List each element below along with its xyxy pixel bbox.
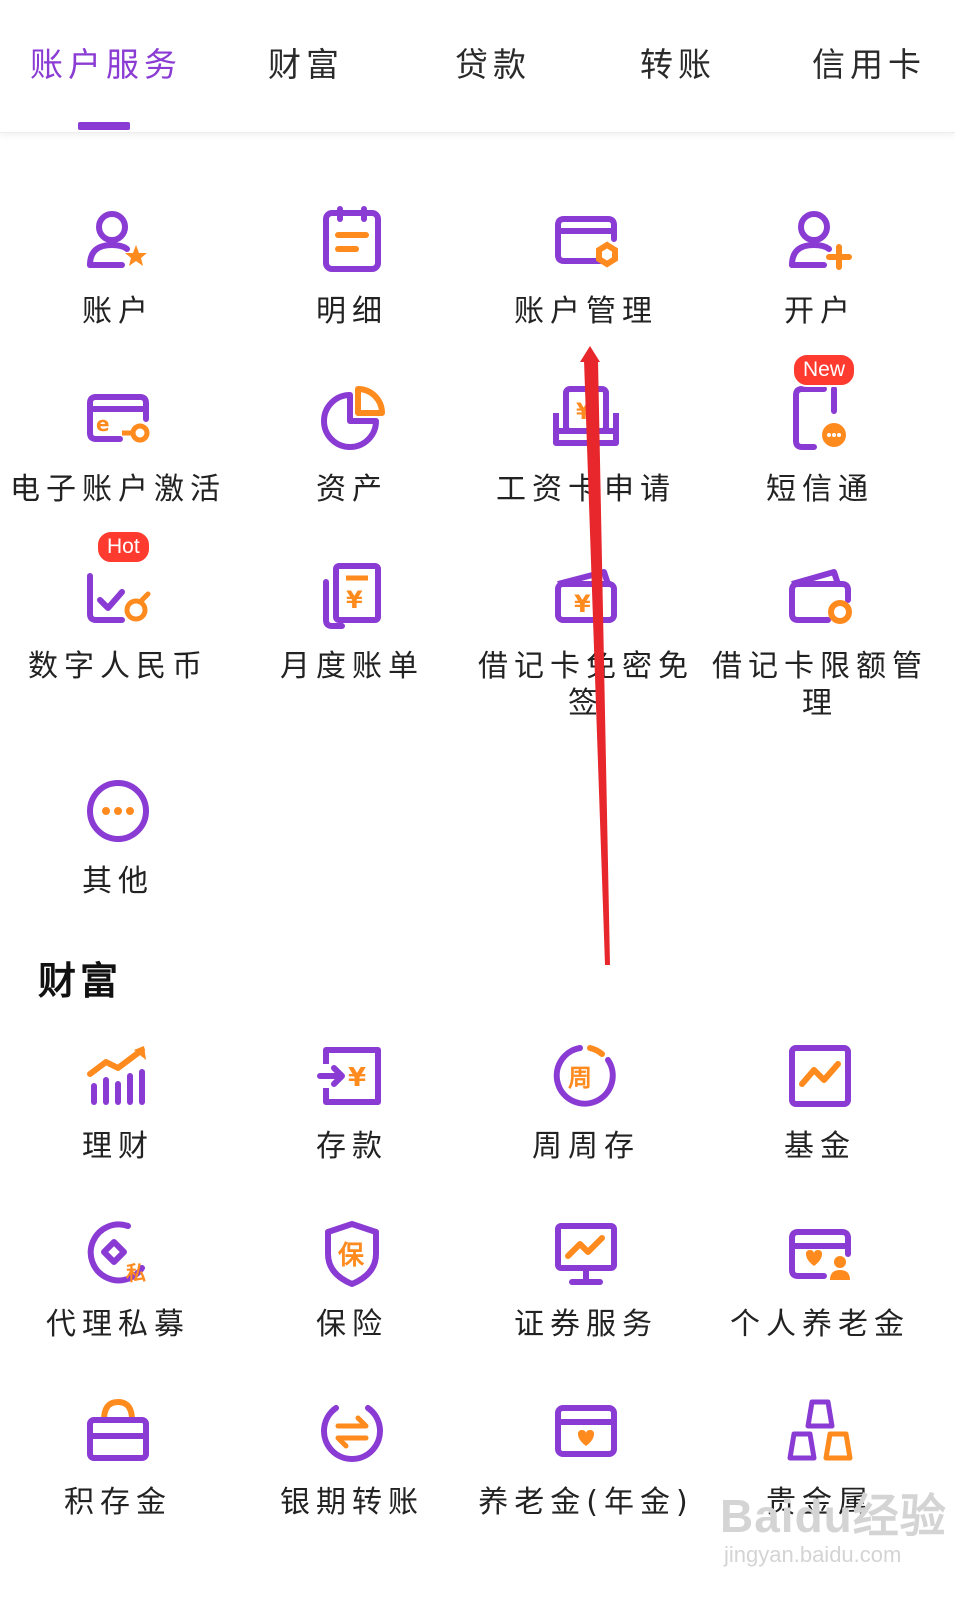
wealth-label: 积存金 bbox=[64, 1485, 172, 1520]
wealth-label: 保险 bbox=[316, 1307, 388, 1342]
service-debit-card-limit[interactable]: 借记卡限额管理 bbox=[702, 560, 938, 722]
service-assets[interactable]: 资产 bbox=[234, 383, 470, 508]
tab-account-services[interactable]: 账户服务 bbox=[30, 40, 182, 90]
watermark-sub-text: jingyan.baidu.com bbox=[724, 1542, 902, 1567]
watermark-main-text: Baidu经验 bbox=[720, 1490, 947, 1542]
service-label: 资产 bbox=[316, 472, 388, 507]
wealth-deposit[interactable]: ¥ 存款 bbox=[234, 1040, 470, 1165]
service-label: 其他 bbox=[82, 864, 154, 899]
service-label: 借记卡限额管理 bbox=[712, 649, 928, 721]
private-fund-icon: 私 bbox=[82, 1218, 154, 1290]
wealth-insurance[interactable]: 保 保险 bbox=[234, 1218, 470, 1343]
service-details[interactable]: 明细 bbox=[234, 205, 470, 330]
digital-rmb-icon: Hot bbox=[82, 530, 154, 632]
service-account[interactable]: 账户 bbox=[0, 205, 236, 330]
section-title-wealth: 财富 bbox=[38, 959, 123, 1003]
hot-badge: Hot bbox=[96, 530, 151, 564]
bar-growth-icon bbox=[82, 1040, 154, 1112]
svg-text:周: 周 bbox=[568, 1064, 592, 1092]
card-gear-icon bbox=[550, 205, 622, 277]
service-e-account-activation[interactable]: e 电子账户激活 bbox=[0, 383, 236, 508]
wealth-financing[interactable]: 理财 bbox=[0, 1040, 236, 1165]
service-label: 开户 bbox=[784, 294, 856, 329]
new-badge: New bbox=[792, 353, 857, 387]
service-monthly-bill[interactable]: ¥ 月度账单 bbox=[234, 560, 470, 685]
tab-wealth[interactable]: 财富 bbox=[268, 40, 344, 90]
service-salary-card[interactable]: ¥ 工资卡申请 bbox=[468, 383, 704, 508]
wealth-bank-futures-transfer[interactable]: 银期转账 bbox=[234, 1396, 470, 1521]
e-card-key-icon: e bbox=[82, 383, 154, 455]
service-label: 明细 bbox=[316, 294, 388, 329]
service-label: 数字人民币 bbox=[28, 649, 208, 684]
svg-text:¥: ¥ bbox=[574, 590, 591, 618]
bill-icon: ¥ bbox=[316, 560, 388, 632]
wealth-label: 周周存 bbox=[532, 1129, 640, 1164]
svg-text:¥: ¥ bbox=[348, 1063, 366, 1093]
svg-text:私: 私 bbox=[126, 1261, 146, 1285]
wealth-weekly-deposit[interactable]: 周 周周存 bbox=[468, 1040, 704, 1165]
notepad-icon bbox=[316, 205, 388, 277]
wealth-personal-pension[interactable]: 个人养老金 bbox=[702, 1218, 938, 1343]
tab-loans[interactable]: 贷款 bbox=[455, 40, 531, 90]
wealth-label: 证券服务 bbox=[514, 1307, 658, 1342]
wealth-annuity[interactable]: 养老金(年金) bbox=[468, 1396, 704, 1521]
user-star-icon bbox=[82, 205, 154, 277]
service-label: 账户管理 bbox=[514, 294, 658, 329]
gold-bag-icon bbox=[82, 1396, 154, 1468]
service-account-management[interactable]: 账户管理 bbox=[468, 205, 704, 330]
service-sms-notify[interactable]: New 短信通 bbox=[702, 353, 938, 508]
service-label: 短信通 bbox=[766, 472, 874, 507]
tab-credit-card[interactable]: 信用卡 bbox=[812, 40, 926, 90]
card-wallet-icon: ¥ bbox=[550, 560, 622, 632]
wealth-label: 存款 bbox=[316, 1129, 388, 1164]
wealth-gold-accumulation[interactable]: 积存金 bbox=[0, 1396, 236, 1521]
active-tab-indicator bbox=[78, 122, 130, 130]
weekly-deposit-icon: 周 bbox=[550, 1040, 622, 1112]
top-tab-bar: 账户服务 财富 贷款 转账 信用卡 bbox=[0, 0, 955, 133]
card-limit-icon bbox=[784, 560, 856, 632]
wealth-label: 基金 bbox=[784, 1129, 856, 1164]
wealth-private-fund[interactable]: 私 代理私募 bbox=[0, 1218, 236, 1343]
more-icon bbox=[82, 775, 154, 847]
wealth-fund[interactable]: 基金 bbox=[702, 1040, 938, 1165]
service-open-account[interactable]: 开户 bbox=[702, 205, 938, 330]
salary-card-icon: ¥ bbox=[550, 383, 622, 455]
wealth-label: 个人养老金 bbox=[730, 1307, 910, 1342]
insurance-shield-icon: 保 bbox=[316, 1218, 388, 1290]
wealth-label: 代理私募 bbox=[46, 1307, 190, 1342]
exchange-icon bbox=[316, 1396, 388, 1468]
precious-metal-icon bbox=[784, 1396, 856, 1468]
service-other[interactable]: 其他 bbox=[0, 775, 236, 900]
wealth-securities[interactable]: 证券服务 bbox=[468, 1218, 704, 1343]
service-debit-card-free-pin[interactable]: ¥ 借记卡免密免签 bbox=[468, 560, 704, 722]
svg-text:保: 保 bbox=[337, 1241, 365, 1271]
pension-card-icon bbox=[784, 1218, 856, 1290]
svg-text:¥: ¥ bbox=[576, 400, 592, 425]
service-label: 月度账单 bbox=[280, 649, 424, 684]
tab-transfer[interactable]: 转账 bbox=[640, 40, 716, 90]
service-label: 借记卡免密免签 bbox=[478, 649, 694, 721]
service-label: 工资卡申请 bbox=[496, 472, 676, 507]
baidu-jingyan-watermark: Baidu经验 jingyan.baidu.com bbox=[720, 1480, 950, 1590]
wealth-label: 养老金(年金) bbox=[478, 1485, 694, 1520]
svg-text:e: e bbox=[96, 412, 110, 436]
service-digital-rmb[interactable]: Hot 数字人民币 bbox=[0, 530, 236, 685]
annuity-card-icon bbox=[550, 1396, 622, 1468]
deposit-icon: ¥ bbox=[316, 1040, 388, 1112]
phone-message-icon: New bbox=[784, 353, 857, 455]
securities-monitor-icon bbox=[550, 1218, 622, 1290]
service-label: 账户 bbox=[82, 294, 154, 329]
wealth-label: 理财 bbox=[82, 1129, 154, 1164]
wealth-label: 银期转账 bbox=[280, 1485, 424, 1520]
user-plus-icon bbox=[784, 205, 856, 277]
fund-chart-icon bbox=[784, 1040, 856, 1112]
service-label: 电子账户激活 bbox=[10, 472, 226, 507]
pie-chart-icon bbox=[316, 383, 388, 455]
svg-text:¥: ¥ bbox=[346, 586, 363, 614]
